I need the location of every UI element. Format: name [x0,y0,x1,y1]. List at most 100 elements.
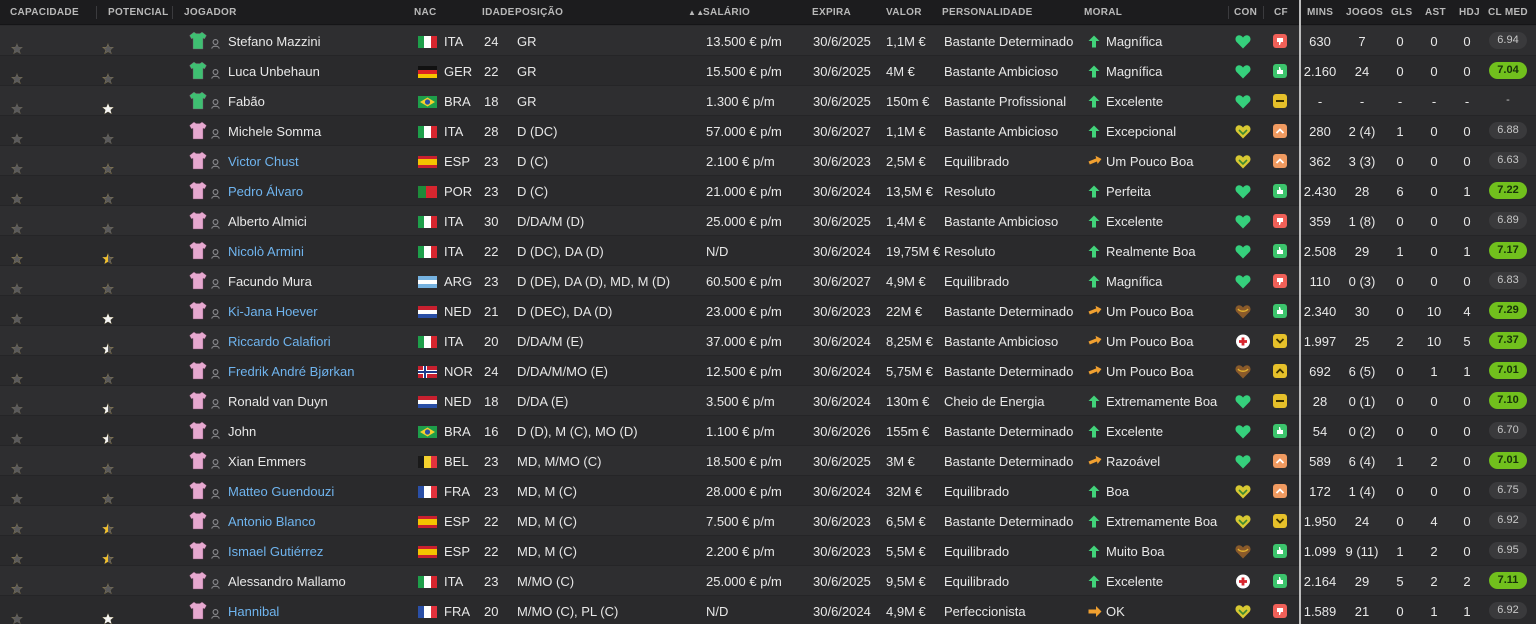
col-potencial[interactable]: POTENCIAL [108,7,168,18]
table-row[interactable]: Victor Chust ESP 23 D (C) 2.100 € p/m 30/6/20… [0,146,1536,176]
player-name[interactable]: Pedro Álvaro [228,184,303,199]
player-name[interactable]: Nicolò Armini [228,244,304,259]
table-row[interactable]: Hannibal FRA 20 M/MO (C), PL (C) N/D 30/6/202… [0,596,1536,624]
table-row[interactable]: Matteo Guendouzi FRA 23 MD, M (C) 28.000 € p… [0,476,1536,506]
player-name[interactable]: Ronald van Duyn [228,394,328,409]
yellow-heart-icon [1235,604,1251,619]
player-name[interactable]: Xian Emmers [228,454,306,469]
cf-yellow-down-icon [1273,334,1287,348]
col-mins[interactable]: MINS [1307,7,1333,18]
player-name[interactable]: Ismael Gutiérrez [228,544,323,559]
salary-value: 15.500 € p/m [706,64,782,79]
shirt-icon [189,211,207,230]
star-icon [102,133,114,145]
col-capacidade[interactable]: CAPACIDADE [10,7,79,18]
morale-up-icon [1088,185,1100,198]
contract-expiry: 30/6/2025 [813,574,871,589]
goals-value: 1 [1396,244,1404,259]
person-icon [211,276,220,289]
player-of-match-value: 0 [1463,34,1471,49]
cf-red-icon [1273,214,1287,228]
table-row[interactable]: Alberto Almici ITA 30 D/DA/M (D) 25.000 € p/… [0,206,1536,236]
player-name[interactable]: Fabão [228,94,265,109]
col-con[interactable]: CON [1234,7,1257,18]
section-divider [1299,0,1301,624]
col-jogador[interactable]: JOGADOR [184,7,237,18]
table-row[interactable]: Ronald van Duyn NED 18 D/DA (E) 3.500 € p/m 3… [0,386,1536,416]
value-amount: 4,9M € [886,274,926,289]
col-moral[interactable]: MORAL [1084,7,1122,18]
table-row[interactable]: Fabão BRA 18 GR 1.300 € p/m 30/6/2025 150m € Ba… [0,86,1536,116]
column-separator[interactable] [172,6,173,19]
salary-value: 57.000 € p/m [706,124,782,139]
player-name[interactable]: Matteo Guendouzi [228,484,334,499]
star-icon [11,283,23,295]
cf-green-icon [1273,244,1287,258]
table-row[interactable]: Xian Emmers BEL 23 MD, M/MO (C) 18.500 € p/m… [0,446,1536,476]
table-row[interactable]: Stefano Mazzini ITA 24 GR 13.500 € p/m 30/6/2… [0,26,1536,56]
col-hdj[interactable]: HDJ [1459,7,1480,18]
cf-green-icon [1273,544,1287,558]
yellow-heart-icon [1235,514,1251,529]
flag-icon [418,366,437,378]
appearances-value: 0 (3) [1348,274,1376,289]
player-name[interactable]: Alessandro Mallamo [228,574,346,589]
assists-value: 0 [1430,484,1438,499]
average-rating-badge: 7.29 [1489,302,1527,319]
green-heart-icon [1235,454,1251,469]
column-separator[interactable] [1228,6,1229,19]
nationality-code: ITA [444,124,464,139]
shirt-icon [189,151,207,170]
table-row[interactable]: Ki-Jana Hoever NED 21 D (DEC), DA (D) 23.000… [0,296,1536,326]
col-cl-med[interactable]: CL MED [1488,7,1528,18]
table-row[interactable]: Pedro Álvaro POR 23 D (C) 21.000 € p/m 30/6/2… [0,176,1536,206]
col-expira[interactable]: EXPIRA [812,7,851,18]
table-row[interactable]: Luca Unbehaun GER 22 GR 15.500 € p/m 30/6/202… [0,56,1536,86]
player-name[interactable]: Hannibal [228,604,279,619]
position-value: D/DA/M/MO (E) [517,364,608,379]
player-name[interactable]: Luca Unbehaun [228,64,320,79]
player-name[interactable]: John [228,424,256,439]
col-cf[interactable]: CF [1274,7,1288,18]
player-name[interactable]: Victor Chust [228,154,299,169]
table-row[interactable]: Michele Somma ITA 28 D (DC) 57.000 € p/m 30/6… [0,116,1536,146]
table-row[interactable]: Facundo Mura ARG 23 D (DE), DA (D), MD, M (… [0,266,1536,296]
col-idade[interactable]: IDADE [482,7,515,18]
col-nac[interactable]: NAC [414,7,437,18]
table-row[interactable]: Ismael Gutiérrez ESP 22 MD, M (C) 2.200 € p/… [0,536,1536,566]
player-name[interactable]: Ki-Jana Hoever [228,304,318,319]
star-icon [11,463,23,475]
table-row[interactable]: Riccardo Calafiori ITA 20 D/DA/M (E) 37.000 … [0,326,1536,356]
position-value: M/MO (C), PL (C) [517,604,619,619]
col-salario[interactable]: SALÁRIO [703,7,750,18]
table-row[interactable]: Antonio Blanco ESP 22 MD, M (C) 7.500 € p/m 3… [0,506,1536,536]
table-row[interactable]: John BRA 16 D (D), M (C), MO (D) 1.100 € p/m… [0,416,1536,446]
person-icon [211,516,220,529]
red-cross-icon [1235,574,1251,589]
col-jogos[interactable]: JOGOS [1346,7,1383,18]
col-gls[interactable]: GLS [1391,7,1412,18]
column-separator[interactable] [96,6,97,19]
col-posicao[interactable]: POSIÇÃO [515,7,563,18]
player-name[interactable]: Antonio Blanco [228,514,315,529]
player-name[interactable]: Alberto Almici [228,214,307,229]
player-name[interactable]: Michele Somma [228,124,321,139]
table-row[interactable]: Nicolò Armini ITA 22 D (DC), DA (D) N/D 30/6/… [0,236,1536,266]
player-name[interactable]: Stefano Mazzini [228,34,321,49]
age-value: 21 [484,304,499,319]
star-icon [102,373,114,385]
morale-up-icon [1088,515,1100,528]
table-row[interactable]: Fredrik André Bjørkan NOR 24 D/DA/M/MO (E) 1… [0,356,1536,386]
col-valor[interactable]: VALOR [886,7,922,18]
col-personalidade[interactable]: PERSONALIDADE [942,7,1033,18]
column-separator[interactable] [1263,6,1264,19]
goals-value: 0 [1396,34,1404,49]
goalkeeper-shirt-icon [189,91,207,110]
player-name[interactable]: Facundo Mura [228,274,312,289]
contract-expiry: 30/6/2025 [813,454,871,469]
player-name[interactable]: Riccardo Calafiori [228,334,331,349]
player-name[interactable]: Fredrik André Bjørkan [228,364,354,379]
col-ast[interactable]: AST [1425,7,1446,18]
table-row[interactable]: Alessandro Mallamo ITA 23 M/MO (C) 25.000 € … [0,566,1536,596]
personality-value: Bastante Ambicioso [944,64,1059,79]
